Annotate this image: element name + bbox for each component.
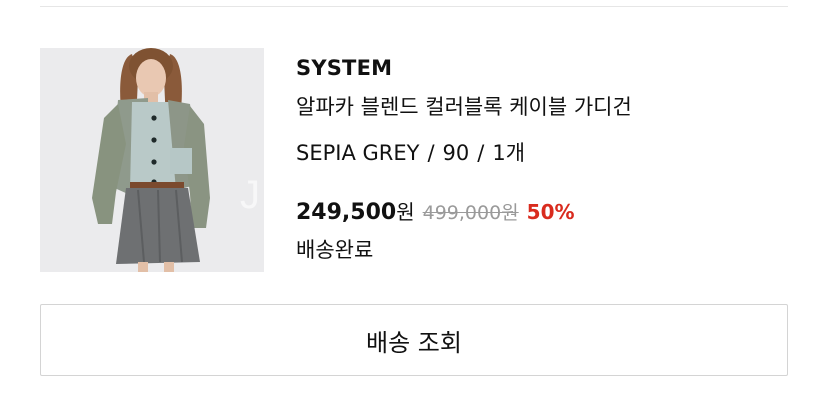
option-quantity: 1개 bbox=[492, 141, 526, 165]
track-delivery-button[interactable]: 배송 조회 bbox=[40, 304, 788, 376]
svg-text:J: J bbox=[240, 173, 260, 217]
option-separator: / bbox=[427, 141, 435, 165]
option-size: 90 bbox=[442, 141, 470, 165]
original-price: 499,000원 bbox=[422, 202, 519, 224]
option-color: SEPIA GREY bbox=[296, 141, 420, 165]
brand-name[interactable]: SYSTEM bbox=[296, 56, 392, 80]
price-row: 249,500원 499,000원 50% bbox=[296, 196, 575, 225]
sale-price: 249,500 bbox=[296, 200, 397, 225]
discount-rate: 50% bbox=[526, 200, 575, 224]
delivery-status: 배송완료 bbox=[296, 238, 374, 262]
sale-price-unit: 원 bbox=[396, 200, 415, 224]
product-image[interactable]: J bbox=[40, 48, 264, 272]
top-divider bbox=[40, 6, 788, 7]
product-options: SEPIA GREY / 90 / 1개 bbox=[296, 137, 525, 167]
option-separator: / bbox=[477, 141, 485, 165]
order-item-card: J SYSTEM 알파카 블렌드 컬러블록 케이블 가디건 SEPIA GREY… bbox=[40, 48, 788, 272]
product-name[interactable]: 알파카 블렌드 컬러블록 케이블 가디건 bbox=[296, 91, 632, 121]
